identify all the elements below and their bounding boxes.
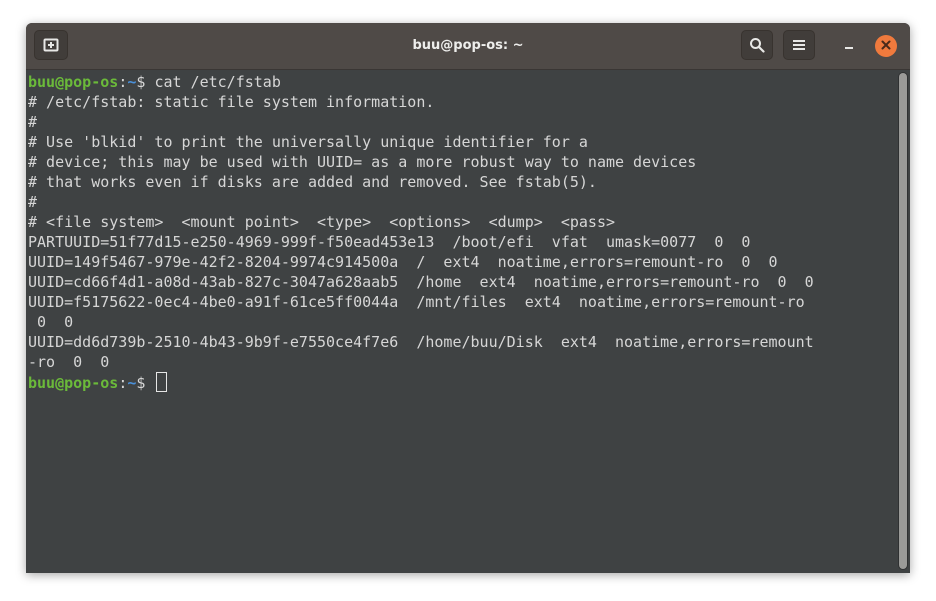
output-line: # bbox=[28, 113, 38, 131]
output-line: UUID=149f5467-979e-42f2-8204-9974c914500… bbox=[28, 253, 778, 271]
search-button[interactable] bbox=[741, 30, 773, 60]
terminal-output: buu@pop-os:~$ cat /etc/fstab # /etc/fsta… bbox=[28, 72, 814, 392]
output-line: 0 0 bbox=[28, 313, 74, 331]
hamburger-menu-icon bbox=[792, 39, 806, 51]
output-line: UUID=dd6d739b-2510-4b43-9b9f-e7550ce4f7e… bbox=[28, 333, 814, 351]
text-cursor bbox=[156, 372, 168, 392]
output-line: -ro 0 0 bbox=[28, 353, 110, 371]
output-line: PARTUUID=51f77d15-e250-4969-999f-f50ead4… bbox=[28, 233, 751, 251]
minimize-icon bbox=[843, 37, 855, 55]
minimize-button[interactable] bbox=[838, 35, 860, 57]
output-line: # bbox=[28, 193, 38, 211]
close-icon bbox=[881, 37, 891, 55]
prompt-dollar: $ bbox=[136, 73, 155, 91]
window-title: buu@pop-os: ~ bbox=[412, 38, 524, 53]
output-line: # that works even if disks are added and… bbox=[28, 173, 597, 191]
output-line: # Use 'blkid' to print the universally u… bbox=[28, 133, 588, 151]
output-line: # device; this may be used with UUID= as… bbox=[28, 153, 697, 171]
prompt-colon: : bbox=[118, 73, 128, 91]
command-text: cat /etc/fstab bbox=[154, 73, 281, 91]
new-tab-icon bbox=[43, 38, 59, 52]
prompt-line-current: buu@pop-os:~$ bbox=[28, 372, 814, 392]
output-line: # /etc/fstab: static file system informa… bbox=[28, 93, 435, 111]
vertical-scrollbar[interactable] bbox=[898, 72, 908, 570]
prompt-line-command: buu@pop-os:~$ cat /etc/fstab bbox=[28, 72, 814, 92]
output-line: UUID=f5175622-0ec4-4be0-a91f-61ce5ff0044… bbox=[28, 293, 805, 311]
close-button[interactable] bbox=[875, 35, 897, 57]
output-line: UUID=cd66f4d1-a08d-43ab-827c-3047a628aab… bbox=[28, 273, 814, 291]
output-line: # <file system> <mount point> <type> <op… bbox=[28, 213, 615, 231]
terminal-area[interactable]: buu@pop-os:~$ cat /etc/fstab # /etc/fsta… bbox=[26, 70, 896, 573]
menu-button[interactable] bbox=[783, 30, 815, 60]
prompt-user-host: buu@pop-os bbox=[28, 73, 119, 91]
title-bar: buu@pop-os: ~ bbox=[26, 23, 910, 70]
scrollbar-thumb[interactable] bbox=[899, 73, 907, 569]
terminal-window: buu@pop-os: ~ buu@pop-os:~$ cat /etc/fst… bbox=[26, 23, 910, 573]
prompt-user-host: buu@pop-os bbox=[28, 374, 119, 392]
prompt-dollar: $ bbox=[136, 374, 155, 392]
search-icon bbox=[749, 37, 765, 53]
new-tab-button[interactable] bbox=[34, 30, 68, 60]
prompt-colon: : bbox=[118, 374, 128, 392]
